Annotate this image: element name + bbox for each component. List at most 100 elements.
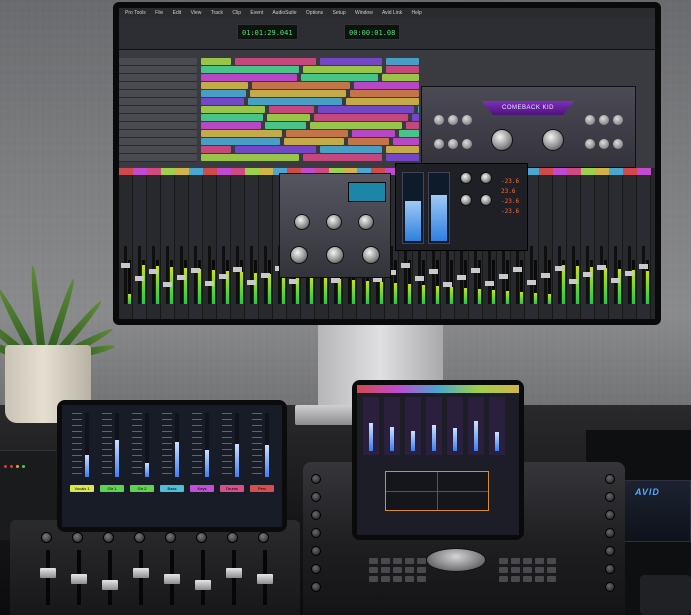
tablet-channel[interactable] bbox=[100, 413, 124, 483]
audio-clip[interactable] bbox=[252, 82, 350, 89]
audio-clip[interactable] bbox=[386, 66, 419, 73]
function-button[interactable] bbox=[535, 558, 544, 564]
tablet-channel[interactable] bbox=[190, 413, 214, 483]
function-button[interactable] bbox=[499, 567, 508, 573]
fader-cap[interactable] bbox=[191, 268, 200, 273]
fader-cap[interactable] bbox=[289, 279, 298, 284]
channel-name-label[interactable]: Gtr 1 bbox=[100, 485, 124, 492]
channel-name-label[interactable]: Gtr 2 bbox=[130, 485, 154, 492]
eq-knob[interactable] bbox=[290, 246, 308, 264]
eq-knob[interactable] bbox=[358, 214, 374, 230]
audio-clip[interactable] bbox=[286, 130, 348, 137]
mixer-channel-strip[interactable] bbox=[189, 168, 203, 319]
audio-clip[interactable] bbox=[201, 114, 263, 121]
track-header[interactable] bbox=[119, 66, 197, 74]
audio-clip[interactable] bbox=[201, 66, 299, 73]
function-button[interactable] bbox=[499, 558, 508, 564]
rotary-encoder[interactable] bbox=[258, 532, 269, 543]
function-button[interactable] bbox=[417, 558, 426, 564]
tablet-channel[interactable] bbox=[405, 397, 421, 455]
audio-clip[interactable] bbox=[201, 98, 244, 105]
rotary-encoder[interactable] bbox=[605, 546, 615, 556]
fader-cap[interactable] bbox=[233, 267, 242, 272]
function-button[interactable] bbox=[547, 576, 556, 582]
audio-clip[interactable] bbox=[301, 74, 378, 81]
mixer-channel-strip[interactable] bbox=[623, 168, 637, 319]
comp-knob[interactable] bbox=[480, 172, 492, 184]
track-header[interactable] bbox=[119, 82, 197, 90]
audio-clip[interactable] bbox=[201, 82, 248, 89]
fader-cap[interactable] bbox=[247, 280, 256, 285]
tablet-channel[interactable] bbox=[468, 397, 484, 455]
channel-name-label[interactable]: Perc bbox=[250, 485, 274, 492]
mixer-channel-strip[interactable] bbox=[609, 168, 623, 319]
rotary-encoder[interactable] bbox=[311, 474, 321, 484]
fader-cap[interactable] bbox=[625, 271, 634, 276]
fader-cap[interactable] bbox=[40, 568, 56, 578]
daw-menubar[interactable]: Pro Tools File Edit View Track Clip Even… bbox=[119, 8, 655, 18]
fader-cap[interactable] bbox=[331, 278, 340, 283]
tablet-channel[interactable] bbox=[160, 413, 184, 483]
function-button[interactable] bbox=[547, 558, 556, 564]
rotary-encoder[interactable] bbox=[605, 564, 615, 574]
rotary-encoder[interactable] bbox=[605, 582, 615, 592]
mixer-channel-strip[interactable] bbox=[133, 168, 147, 319]
menu-item[interactable]: Edit bbox=[173, 10, 182, 16]
hardware-fader[interactable] bbox=[133, 550, 149, 605]
function-button[interactable] bbox=[369, 558, 378, 564]
rotary-encoder[interactable] bbox=[311, 492, 321, 502]
audio-clip[interactable] bbox=[320, 146, 382, 153]
fader-cap[interactable] bbox=[597, 265, 606, 270]
audio-clip[interactable] bbox=[201, 146, 231, 153]
plugin-small-knob[interactable] bbox=[462, 139, 472, 149]
rotary-encoder[interactable] bbox=[311, 564, 321, 574]
audio-clip[interactable] bbox=[235, 146, 316, 153]
function-button[interactable] bbox=[523, 567, 532, 573]
fader-cap[interactable] bbox=[261, 273, 270, 278]
rotary-encoder[interactable] bbox=[311, 546, 321, 556]
fader-cap[interactable] bbox=[164, 574, 180, 584]
left-tablet-screen[interactable]: Vocals 1 Gtr 1 Gtr 2 Bass Keys Drums Perc bbox=[62, 405, 282, 527]
menu-item[interactable]: Pro Tools bbox=[125, 10, 146, 16]
audio-clip[interactable] bbox=[201, 138, 280, 145]
tablet-channel[interactable] bbox=[384, 397, 400, 455]
eq-plugin-window[interactable] bbox=[279, 173, 391, 278]
eq-knob[interactable] bbox=[326, 246, 344, 264]
rotary-encoder[interactable] bbox=[605, 510, 615, 520]
tablet-channel[interactable] bbox=[447, 397, 463, 455]
track-header[interactable] bbox=[119, 146, 197, 154]
function-button[interactable] bbox=[405, 576, 414, 582]
audio-clip[interactable] bbox=[386, 58, 419, 65]
plugin-small-knob[interactable] bbox=[599, 115, 609, 125]
track-header[interactable] bbox=[119, 138, 197, 146]
tablet-channel[interactable] bbox=[250, 413, 274, 483]
channel-name-label[interactable]: Bass bbox=[160, 485, 184, 492]
audio-clip[interactable] bbox=[201, 130, 282, 137]
mixer-channel-strip[interactable] bbox=[161, 168, 175, 319]
mixer-channel-strip[interactable] bbox=[581, 168, 595, 319]
plugin-small-knob[interactable] bbox=[462, 115, 472, 125]
rotary-encoder[interactable] bbox=[311, 510, 321, 520]
function-button[interactable] bbox=[523, 576, 532, 582]
mixer-channel-strip[interactable] bbox=[539, 168, 553, 319]
eq-knob[interactable] bbox=[362, 246, 380, 264]
rotary-encoder[interactable] bbox=[605, 492, 615, 502]
tablet-channel[interactable] bbox=[70, 413, 94, 483]
track-header[interactable] bbox=[119, 154, 197, 162]
right-tablet-screen[interactable] bbox=[357, 385, 519, 535]
rotary-encoder[interactable] bbox=[134, 532, 145, 543]
tablet-channel[interactable] bbox=[363, 397, 379, 455]
fader-cap[interactable] bbox=[102, 580, 118, 590]
audio-clip[interactable] bbox=[265, 122, 306, 129]
audio-clip[interactable] bbox=[386, 154, 419, 161]
rotary-encoder[interactable] bbox=[196, 532, 207, 543]
rotary-encoder[interactable] bbox=[605, 528, 615, 538]
plugin-small-knob[interactable] bbox=[448, 139, 458, 149]
function-button[interactable] bbox=[417, 576, 426, 582]
mixer-channel-strip[interactable] bbox=[175, 168, 189, 319]
comp-knob[interactable] bbox=[460, 172, 472, 184]
fader-cap[interactable] bbox=[499, 274, 508, 279]
daw-screen[interactable]: Pro Tools File Edit View Track Clip Even… bbox=[119, 8, 655, 319]
fader-cap[interactable] bbox=[443, 282, 452, 287]
rotary-encoder[interactable] bbox=[165, 532, 176, 543]
